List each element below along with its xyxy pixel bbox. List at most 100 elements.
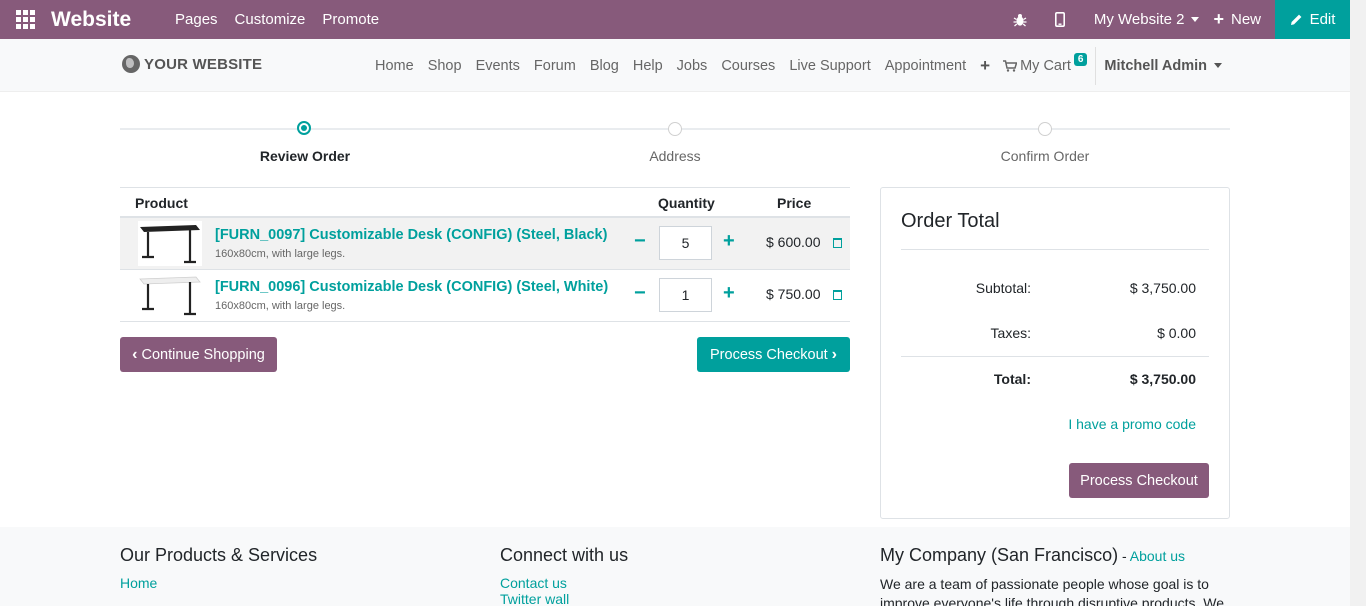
step-dot-confirm xyxy=(1038,122,1052,136)
admin-menu: Pages Customize Promote xyxy=(175,11,396,28)
increase-quantity-button[interactable]: + xyxy=(723,283,735,303)
continue-shopping-button[interactable]: ‹ Continue Shopping xyxy=(120,337,277,372)
footer-link-contact[interactable]: Contact us xyxy=(500,575,628,591)
chevron-down-icon xyxy=(1213,63,1222,68)
nav-divider xyxy=(1095,46,1097,85)
footer-link-home[interactable]: Home xyxy=(120,575,317,591)
footer-connect-title: Connect with us xyxy=(500,545,629,565)
admin-right-tools: My Website 2 + New Edit xyxy=(1000,0,1350,39)
debug-button[interactable] xyxy=(1000,0,1040,39)
increase-quantity-button[interactable]: + xyxy=(723,231,735,251)
table-row: [FURN_0097] Customizable Desk (CONFIG) (… xyxy=(120,218,850,270)
header-price: Price xyxy=(777,195,812,211)
cart-label: My Cart xyxy=(1020,57,1071,74)
order-total-card: Order Total Subtotal: $ 3,750.00 Taxes: … xyxy=(880,187,1230,519)
user-name: Mitchell Admin xyxy=(1104,57,1207,74)
website-switcher-label: My Website 2 xyxy=(1093,11,1185,28)
new-button-label: New xyxy=(1230,11,1261,28)
footer-company-title: My Company (San Francisco) xyxy=(880,545,1119,565)
nav-events[interactable]: Events xyxy=(469,58,527,74)
menu-customize[interactable]: Customize xyxy=(235,11,306,28)
website-switcher[interactable]: My Website 2 xyxy=(1094,11,1200,28)
new-button[interactable]: + New xyxy=(1213,9,1261,30)
apps-grid-icon xyxy=(15,10,35,29)
continue-shopping-label: Continue Shopping xyxy=(141,346,265,363)
line-price: $ 600.00 xyxy=(766,234,821,250)
total-value: $ 3,750.00 xyxy=(1129,371,1196,387)
footer-link-twitter[interactable]: Twitter wall xyxy=(500,591,628,606)
order-total-checkout-button[interactable]: Process Checkout xyxy=(1069,463,1209,498)
page-scrollbar[interactable] xyxy=(1350,0,1366,606)
promo-code-link[interactable]: I have a promo code xyxy=(1068,416,1196,432)
decrease-quantity-button[interactable]: − xyxy=(634,231,646,251)
menu-pages[interactable]: Pages xyxy=(175,11,218,28)
desk-image xyxy=(139,276,201,316)
order-total-checkout-label: Process Checkout xyxy=(1080,472,1198,489)
apps-menu-button[interactable] xyxy=(0,0,50,39)
divider xyxy=(901,249,1209,250)
edit-button[interactable]: Edit xyxy=(1275,0,1350,39)
footer-company-separator: - xyxy=(1118,548,1130,564)
table-row: [FURN_0096] Customizable Desk (CONFIG) (… xyxy=(120,270,850,322)
nav-jobs[interactable]: Jobs xyxy=(670,58,715,74)
site-footer: Our Products & Services Home Connect wit… xyxy=(0,527,1350,606)
site-logo[interactable]: YOUR WEBSITE xyxy=(122,55,262,73)
product-thumbnail[interactable] xyxy=(138,221,202,266)
nav-shop[interactable]: Shop xyxy=(421,58,469,74)
footer-company-heading: My Company (San Francisco) - About us xyxy=(880,545,1230,566)
quantity-input[interactable]: 1 xyxy=(659,278,712,312)
product-description: 160x80cm, with large legs. xyxy=(215,300,346,312)
line-price: $ 750.00 xyxy=(766,286,821,302)
subtotal-label: Subtotal: xyxy=(975,280,1031,296)
subtotal-value: $ 3,750.00 xyxy=(1129,280,1196,296)
chevron-down-icon xyxy=(1191,17,1200,22)
pencil-icon xyxy=(1290,14,1301,25)
total-label: Total: xyxy=(993,371,1031,387)
app-brand-title[interactable]: Website xyxy=(51,8,175,32)
step-dot-address xyxy=(668,122,682,136)
footer-connect-column: Connect with us Contact us Twitter wall xyxy=(500,545,628,606)
order-total-title: Order Total xyxy=(901,210,1000,232)
step-address: Address xyxy=(649,148,701,164)
mobile-preview-button[interactable] xyxy=(1040,0,1080,39)
decrease-quantity-button[interactable]: − xyxy=(634,283,646,303)
product-name-link[interactable]: [FURN_0097] Customizable Desk (CONFIG) (… xyxy=(215,227,607,243)
trash-icon[interactable] xyxy=(833,290,842,300)
site-logo-text: YOUR WEBSITE xyxy=(144,55,263,73)
nav-help[interactable]: Help xyxy=(626,58,670,74)
nav-blog[interactable]: Blog xyxy=(583,58,626,74)
nav-courses[interactable]: Courses xyxy=(714,58,782,74)
menu-promote[interactable]: Promote xyxy=(322,11,379,28)
footer-products-column: Our Products & Services Home xyxy=(120,545,317,591)
my-cart-link[interactable]: My Cart 6 xyxy=(997,53,1095,74)
nav-home[interactable]: Home xyxy=(368,58,421,74)
footer-company-text: We are a team of passionate people whose… xyxy=(880,576,1225,606)
process-checkout-button[interactable]: Process Checkout › xyxy=(697,337,850,372)
chevron-right-icon: › xyxy=(831,345,837,363)
taxes-label: Taxes: xyxy=(990,325,1031,341)
product-description: 160x80cm, with large legs. xyxy=(215,248,346,260)
nav-live-support[interactable]: Live Support xyxy=(782,58,877,74)
quantity-input[interactable]: 5 xyxy=(659,226,712,260)
product-name-link[interactable]: [FURN_0096] Customizable Desk (CONFIG) (… xyxy=(215,279,608,295)
chevron-left-icon: ‹ xyxy=(132,345,138,363)
website-navbar: YOUR WEBSITE Home Shop Events Forum Blog… xyxy=(0,39,1350,92)
globe-icon xyxy=(122,55,140,73)
step-confirm-order: Confirm Order xyxy=(1000,148,1090,164)
footer-about-link[interactable]: About us xyxy=(1130,548,1185,564)
header-quantity: Quantity xyxy=(658,195,715,211)
nav-forum[interactable]: Forum xyxy=(527,58,583,74)
user-menu[interactable]: Mitchell Admin xyxy=(1104,58,1222,74)
product-thumbnail[interactable] xyxy=(138,273,202,318)
trash-icon[interactable] xyxy=(833,238,842,248)
footer-company-column: My Company (San Francisco) - About us We… xyxy=(880,545,1230,606)
cart-count-badge: 6 xyxy=(1073,53,1088,66)
mobile-icon xyxy=(1054,12,1065,27)
add-menu-item-icon[interactable]: + xyxy=(973,56,997,76)
nav-appointment[interactable]: Appointment xyxy=(878,58,973,74)
step-review-order: Review Order xyxy=(259,148,351,164)
footer-products-title: Our Products & Services xyxy=(120,545,318,565)
header-product: Product xyxy=(135,195,188,211)
site-menu: Home Shop Events Forum Blog Help Jobs Co… xyxy=(368,39,1222,92)
desk-image xyxy=(140,225,200,264)
